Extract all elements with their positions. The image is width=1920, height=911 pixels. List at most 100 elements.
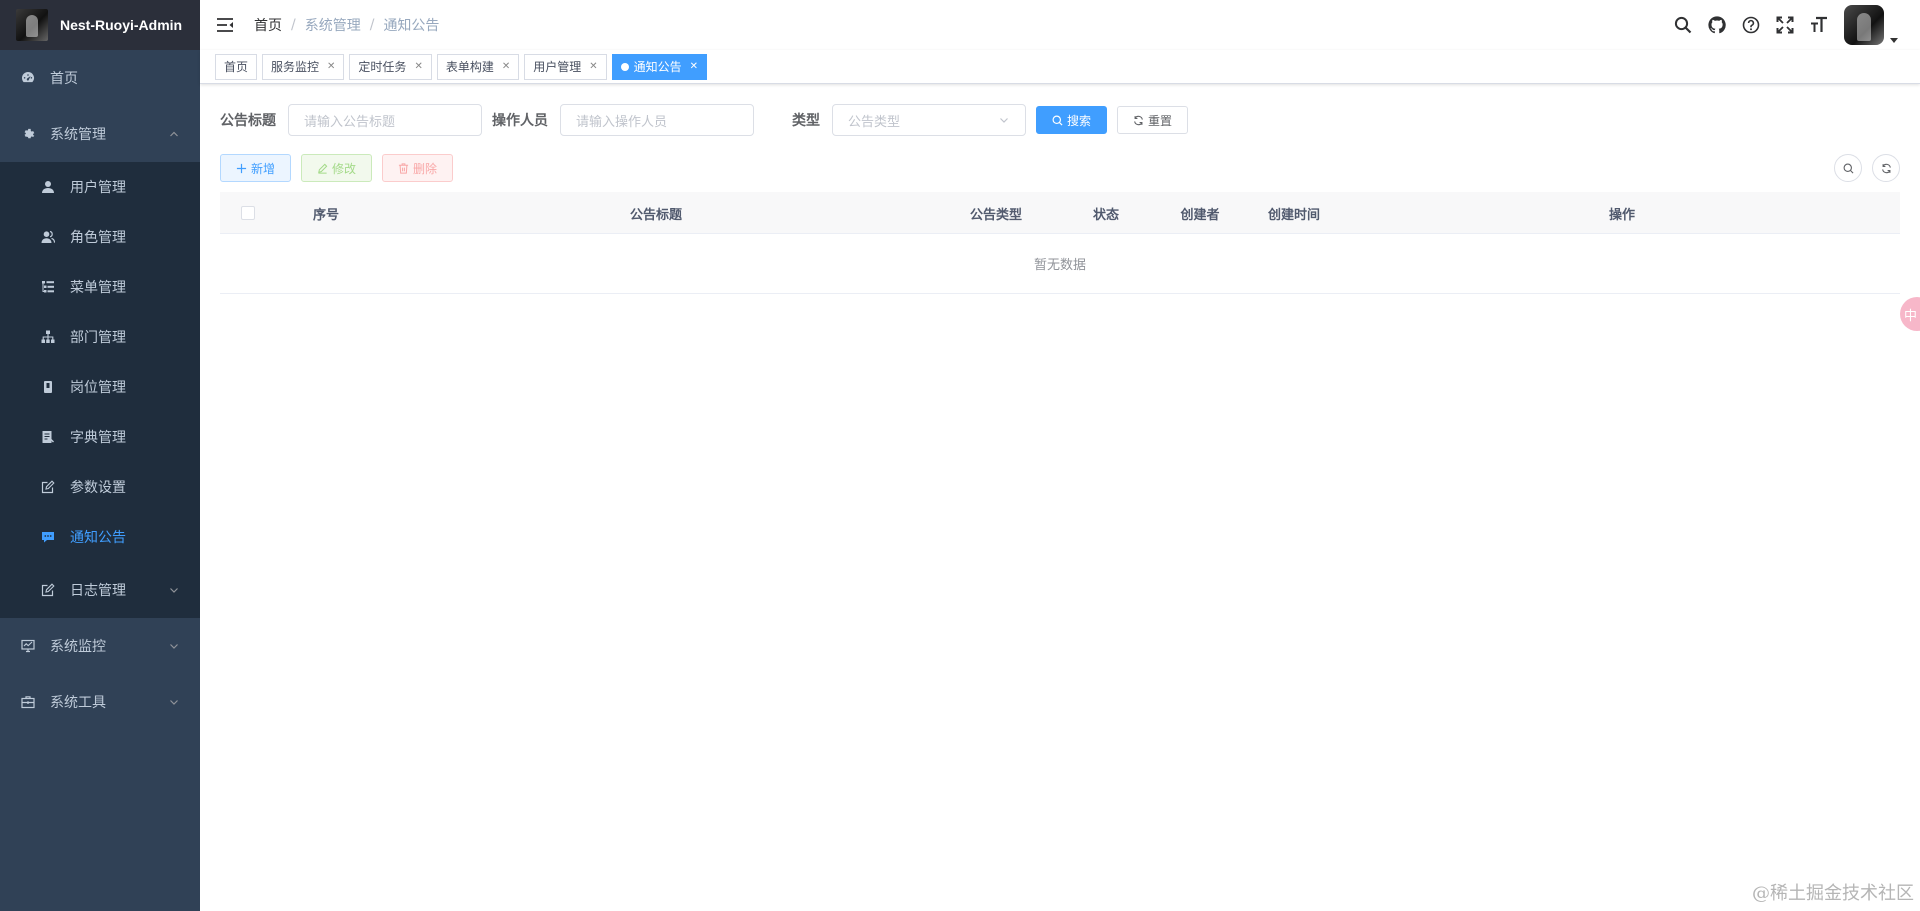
github-icon (1708, 16, 1726, 34)
system-gear-icon (20, 126, 36, 142)
menu-fold-icon (216, 17, 234, 33)
table-empty-state: 暂无数据 (220, 234, 1900, 294)
chevron-down-icon (168, 696, 180, 708)
edit-button-label: 修改 (332, 161, 357, 176)
sidebar-item-dept[interactable]: 部门管理 (0, 312, 200, 362)
tag-label: 表单构建 (445, 60, 494, 74)
add-button[interactable]: 新增 (220, 154, 292, 182)
action-toolbar: 新增 修改 删除 (220, 154, 1900, 182)
sidebar-item-monitor-label: 系统监控 (50, 639, 106, 655)
select-all-cell (220, 192, 276, 234)
sidebar-item-monitor[interactable]: 系统监控 (0, 618, 200, 674)
type-label: 类型 (792, 113, 820, 129)
fullscreen-button[interactable] (1768, 0, 1802, 50)
edit-pen-icon (317, 163, 328, 174)
sidebar-item-user-label: 用户管理 (70, 180, 126, 196)
tag-label: 服务监控 (271, 60, 320, 74)
notice-table: 序号 公告标题 公告类型 状态 创建者 创建时间 操作 暂无数据 (220, 192, 1900, 294)
breadcrumb-home[interactable]: 首页 (254, 15, 282, 35)
sidebar-item-config[interactable]: 参数设置 (0, 462, 200, 512)
tag-job[interactable]: 定时任务 ✕ (349, 53, 432, 80)
sidebar-item-role-label: 角色管理 (70, 230, 126, 246)
tree-icon (40, 329, 56, 345)
search-button[interactable]: 搜索 (1036, 106, 1108, 134)
empty-text: 暂无数据 (1033, 258, 1086, 273)
chevron-down-icon (998, 114, 1010, 126)
tag-user[interactable]: 用户管理 ✕ (524, 53, 607, 80)
watermark: @稀土掘金技术社区 (1752, 883, 1914, 904)
column-header-index: 序号 (312, 207, 339, 223)
notice-title-input[interactable]: 请输入公告标题 (288, 104, 482, 136)
edit-button[interactable]: 修改 (301, 154, 373, 182)
breadcrumb-system: 系统管理 (304, 18, 361, 34)
add-button-label: 新增 (251, 161, 276, 176)
tag-label: 首页 (224, 60, 249, 74)
refresh-button[interactable] (1872, 154, 1900, 182)
question-circle-icon (1742, 16, 1760, 34)
select-all-checkbox[interactable] (241, 206, 255, 220)
search-button-label: 搜索 (1067, 113, 1092, 128)
font-size-icon (1810, 16, 1828, 34)
floating-language-badge[interactable]: 中 (1900, 297, 1920, 331)
sidebar-item-post[interactable]: 岗位管理 (0, 362, 200, 412)
sidebar-item-home-label: 首页 (50, 71, 78, 87)
column-header-create-time: 创建时间 (1267, 207, 1320, 223)
help-button[interactable] (1734, 0, 1768, 50)
operator-placeholder: 请输入操作人员 (576, 114, 668, 130)
sidebar-item-log-label: 日志管理 (70, 583, 126, 599)
sidebar-item-dict[interactable]: 字典管理 (0, 412, 200, 462)
sidebar-item-system[interactable]: 系统管理 (0, 106, 200, 162)
font-size-button[interactable] (1802, 0, 1836, 50)
delete-button[interactable]: 删除 (382, 154, 454, 182)
notice-type-select[interactable]: 公告类型 (832, 104, 1026, 136)
column-header-title: 公告标题 (629, 207, 682, 223)
system-submenu: 用户管理 角色管理 菜单管理 部门管理 岗位管理 字典管理 参数设置 通知公告 … (0, 162, 200, 618)
navbar: 首页 / 系统管理 / 通知公告 (200, 0, 1920, 50)
chevron-down-icon (168, 584, 180, 596)
user-avatar-dropdown[interactable] (1844, 5, 1898, 45)
peoples-icon (40, 229, 56, 245)
tag-form-build[interactable]: 表单构建 ✕ (436, 53, 520, 80)
sidebar-item-notice[interactable]: 通知公告 (0, 512, 200, 562)
app-title: Nest-Ruoyi-Admin (60, 17, 183, 33)
github-button[interactable] (1700, 0, 1734, 50)
sidebar-item-tool-label: 系统工具 (50, 695, 106, 711)
header-search-button[interactable] (1666, 0, 1700, 50)
sidebar-item-user[interactable]: 用户管理 (0, 162, 200, 212)
sidebar-item-role[interactable]: 角色管理 (0, 212, 200, 262)
tag-server-monitor[interactable]: 服务监控 ✕ (262, 53, 345, 80)
main-area: 首页 / 系统管理 / 通知公告 首页 服务监控 ✕ 定时任务 ✕ 表单构建 ✕… (200, 0, 1920, 911)
sidebar-item-home[interactable]: 首页 (0, 50, 200, 106)
sidebar-item-menu[interactable]: 菜单管理 (0, 262, 200, 312)
close-icon[interactable]: ✕ (327, 61, 335, 72)
active-dot-icon (620, 62, 629, 71)
sidebar-logo[interactable]: Nest-Ruoyi-Admin (0, 0, 200, 50)
column-header-status: 状态 (1092, 207, 1119, 223)
reset-button-label: 重置 (1148, 113, 1173, 128)
search-form: 公告标题 请输入公告标题 操作人员 请输入操作人员 类型 公告类型 搜索 重置 (220, 104, 1900, 136)
close-icon[interactable]: ✕ (589, 61, 597, 72)
sidebar-item-notice-label: 通知公告 (70, 530, 126, 546)
sidebar-item-log[interactable]: 日志管理 (0, 562, 200, 618)
toolbox-icon (20, 694, 36, 710)
toggle-search-button[interactable] (1834, 154, 1862, 182)
close-icon[interactable]: ✕ (414, 61, 422, 72)
sidebar-item-config-label: 参数设置 (70, 480, 126, 496)
refresh-icon (1133, 115, 1144, 126)
user-icon (40, 179, 56, 195)
operator-input[interactable]: 请输入操作人员 (560, 104, 754, 136)
refresh-icon (1881, 163, 1892, 174)
notice-title-placeholder: 请输入公告标题 (304, 114, 396, 130)
close-icon[interactable]: ✕ (502, 61, 510, 72)
breadcrumb-current: 通知公告 (383, 18, 440, 34)
reset-button[interactable]: 重置 (1117, 106, 1189, 134)
sidebar-item-system-label: 系统管理 (50, 127, 106, 143)
sidebar-item-dept-label: 部门管理 (70, 330, 126, 346)
tag-notice[interactable]: 通知公告 ✕ (611, 53, 708, 80)
sidebar-item-tool[interactable]: 系统工具 (0, 674, 200, 730)
close-icon[interactable]: ✕ (690, 61, 698, 72)
sidebar-item-menu-label: 菜单管理 (70, 280, 126, 296)
hamburger-button[interactable] (200, 0, 250, 50)
breadcrumb-separator: / (291, 17, 296, 33)
tag-home[interactable]: 首页 (215, 53, 258, 80)
